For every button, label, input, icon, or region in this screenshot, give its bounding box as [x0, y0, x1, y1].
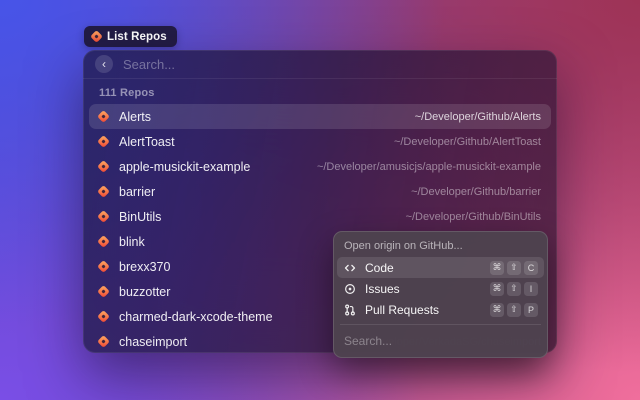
action-menu-search-input[interactable] [337, 329, 544, 354]
repo-list-item[interactable]: BinUtils ~/Developer/Github/BinUtils [89, 204, 551, 229]
repo-diamond-icon [97, 160, 110, 173]
search-bar: ‹ [83, 50, 557, 79]
action-menu-item[interactable]: Issues ⌘⇧I [337, 278, 544, 299]
repo-list-item[interactable]: Alerts ~/Developer/Github/Alerts [89, 104, 551, 129]
shortcut-keys: ⌘⇧I [490, 282, 538, 296]
extension-badge-label: List Repos [107, 31, 167, 43]
menu-divider [340, 324, 541, 325]
action-label: Code [365, 261, 394, 275]
repo-diamond-icon [97, 310, 110, 323]
repo-diamond-icon [97, 260, 110, 273]
action-menu-items: Code ⌘⇧C Issues ⌘⇧I Pull Requests ⌘⇧P [337, 257, 544, 320]
repo-name: apple-musickit-example [119, 160, 250, 174]
repo-path: ~/Developer/Github/Alerts [415, 111, 541, 123]
shortcut-key: P [524, 303, 538, 317]
repo-diamond-icon [90, 30, 103, 43]
repo-diamond-icon [97, 285, 110, 298]
repo-name: blink [119, 235, 145, 249]
repo-list-item[interactable]: apple-musickit-example ~/Developer/amusi… [89, 154, 551, 179]
action-label: Issues [365, 282, 400, 296]
shortcut-keys: ⌘⇧C [490, 261, 538, 275]
shortcut-key: C [524, 261, 538, 275]
issue-icon [343, 283, 357, 295]
shortcut-key: ⌘ [490, 282, 504, 296]
repo-diamond-icon [97, 210, 110, 223]
repo-name: buzzotter [119, 285, 170, 299]
repo-diamond-icon [97, 135, 110, 148]
repo-diamond-icon [97, 110, 110, 123]
repo-name: barrier [119, 185, 155, 199]
shortcut-key: ⇧ [507, 282, 521, 296]
repo-diamond-icon [97, 235, 110, 248]
repo-name: brexx370 [119, 260, 170, 274]
repo-path: ~/Developer/Github/BinUtils [406, 211, 541, 223]
action-menu: Open origin on GitHub... Code ⌘⇧C Issues… [333, 231, 548, 358]
repo-list-item[interactable]: barrier ~/Developer/Github/barrier [89, 179, 551, 204]
action-menu-item[interactable]: Code ⌘⇧C [337, 257, 544, 278]
desktop-background: List Repos ‹ 111 Repos Alerts ~/Develope… [0, 0, 640, 400]
code-icon [343, 262, 357, 274]
repo-path: ~/Developer/Github/barrier [411, 186, 541, 198]
pull-request-icon [343, 304, 357, 316]
repo-diamond-icon [97, 335, 110, 348]
shortcut-key: ⌘ [490, 261, 504, 275]
shortcut-key: ⌘ [490, 303, 504, 317]
shortcut-keys: ⌘⇧P [490, 303, 538, 317]
action-label: Pull Requests [365, 303, 439, 317]
repo-name: chaseimport [119, 335, 187, 349]
search-input[interactable] [123, 57, 545, 72]
action-menu-item[interactable]: Pull Requests ⌘⇧P [337, 299, 544, 320]
shortcut-key: ⇧ [507, 261, 521, 275]
repo-diamond-icon [97, 185, 110, 198]
repo-name: charmed-dark-xcode-theme [119, 310, 273, 324]
repo-name: AlertToast [119, 135, 175, 149]
repo-name: BinUtils [119, 210, 161, 224]
action-menu-title: Open origin on GitHub... [337, 235, 544, 257]
back-button[interactable]: ‹ [95, 55, 113, 73]
shortcut-key: I [524, 282, 538, 296]
repo-name: Alerts [119, 110, 151, 124]
repo-path: ~/Developer/Github/AlertToast [394, 136, 541, 148]
chevron-left-icon: ‹ [102, 58, 106, 70]
repo-path: ~/Developer/amusicjs/apple-musickit-exam… [317, 161, 541, 173]
repo-list-item[interactable]: AlertToast ~/Developer/Github/AlertToast [89, 129, 551, 154]
extension-badge[interactable]: List Repos [84, 26, 177, 47]
section-header: 111 Repos [83, 79, 557, 104]
shortcut-key: ⇧ [507, 303, 521, 317]
